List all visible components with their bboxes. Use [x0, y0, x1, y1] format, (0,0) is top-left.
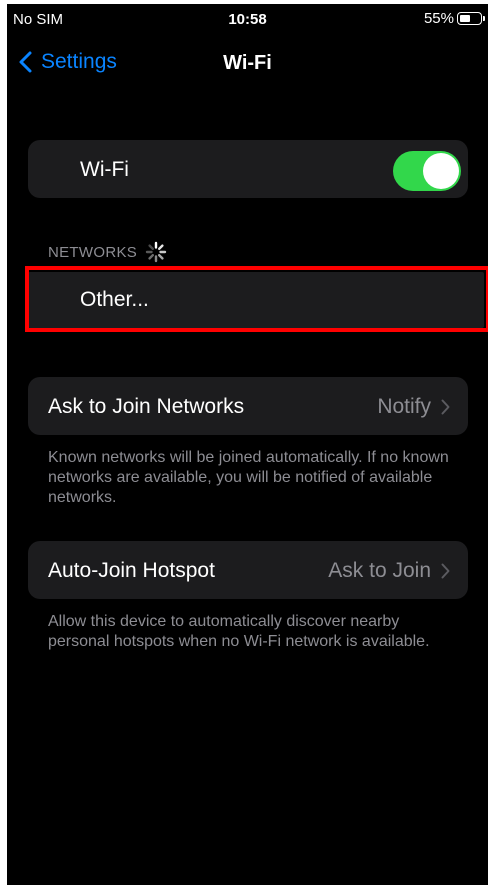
ask-to-join-footer: Known networks will be joined automatica…: [48, 449, 449, 506]
other-network-row[interactable]: Other...: [28, 272, 484, 328]
ask-to-join-value: Notify: [377, 395, 431, 418]
ask-to-join-value-group: Notify: [377, 395, 450, 419]
auto-join-hotspot-value-group: Ask to Join: [328, 559, 450, 583]
page-title: Wi-Fi: [223, 52, 272, 74]
networks-header-label: NETWORKS: [48, 243, 138, 261]
toggle-knob: [423, 153, 459, 189]
ask-to-join-row[interactable]: Ask to Join Networks Notify: [28, 377, 468, 435]
wifi-toggle-row: Wi-Fi: [28, 140, 468, 198]
battery-percent: 55%: [423, 10, 454, 27]
status-bar: No SIM 10:58 55%: [7, 4, 488, 34]
auto-join-hotspot-footer: Allow this device to automatically disco…: [48, 613, 430, 650]
other-network-label: Other...: [80, 288, 149, 311]
chevron-right-icon: [441, 563, 450, 579]
ask-to-join-label: Ask to Join Networks: [48, 395, 245, 418]
wifi-toggle-switch[interactable]: [393, 151, 461, 191]
auto-join-hotspot-row[interactable]: Auto-Join Hotspot Ask to Join: [28, 541, 468, 599]
battery-status: 55%: [423, 10, 485, 27]
phone-screen: No SIM 10:58 55% Settings Wi-Fi Wi-Fi NE…: [7, 4, 488, 885]
battery-icon: [457, 12, 485, 25]
chevron-right-icon: [441, 399, 450, 415]
auto-join-hotspot-value: Ask to Join: [328, 559, 431, 582]
navigation-bar: Settings Wi-Fi: [7, 44, 488, 88]
battery-tip: [483, 16, 485, 21]
battery-fill: [459, 14, 470, 22]
auto-join-hotspot-label: Auto-Join Hotspot: [48, 559, 215, 582]
networks-section-header: NETWORKS: [48, 241, 167, 263]
wifi-toggle-label: Wi-Fi: [80, 158, 129, 181]
clock: 10:58: [228, 11, 267, 28]
spinner-icon: [145, 241, 167, 263]
